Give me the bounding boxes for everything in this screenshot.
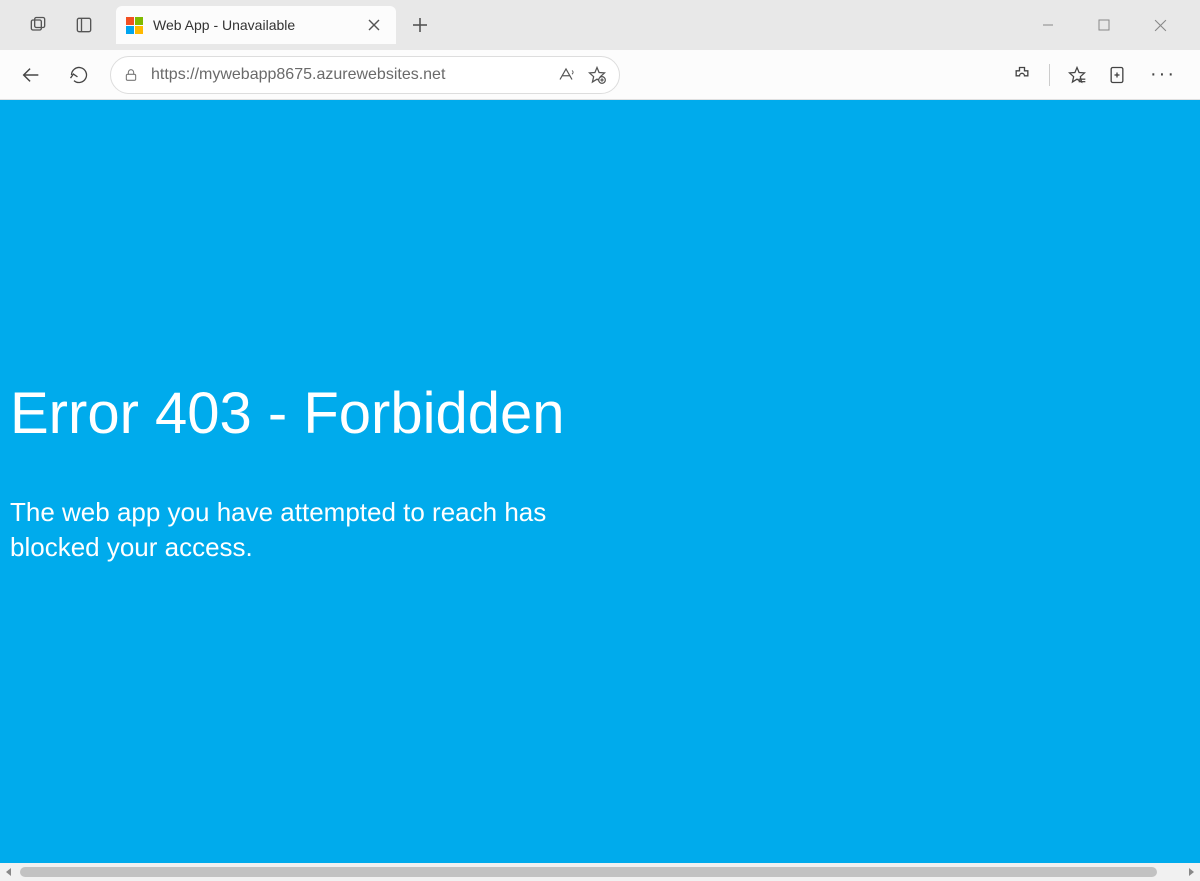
microsoft-favicon-icon: [126, 17, 143, 34]
error-message: The web app you have attempted to reach …: [10, 495, 630, 565]
window-controls: [1026, 7, 1192, 43]
close-tab-icon[interactable]: [364, 15, 384, 35]
lock-icon: [123, 67, 139, 83]
horizontal-scrollbar[interactable]: [0, 863, 1200, 881]
separator: [1049, 64, 1050, 86]
maximize-button[interactable]: [1082, 7, 1126, 43]
back-button[interactable]: [14, 58, 48, 92]
tab-title: Web App - Unavailable: [153, 17, 354, 33]
minimize-button[interactable]: [1026, 7, 1070, 43]
scrollbar-thumb[interactable]: [20, 867, 1157, 877]
address-bar[interactable]: [110, 56, 620, 94]
tab-actions-icon[interactable]: [24, 11, 52, 39]
vertical-tabs-icon[interactable]: [70, 11, 98, 39]
page-content: Error 403 - Forbidden The web app you ha…: [0, 100, 1200, 881]
close-window-button[interactable]: [1138, 7, 1182, 43]
scrollbar-track[interactable]: [20, 865, 1180, 879]
new-tab-button[interactable]: [406, 11, 434, 39]
scroll-right-icon[interactable]: [1182, 863, 1200, 881]
error-title: Error 403 - Forbidden: [10, 380, 1190, 447]
refresh-button[interactable]: [62, 58, 96, 92]
browser-tab[interactable]: Web App - Unavailable: [116, 6, 396, 44]
tab-strip: Web App - Unavailable: [0, 0, 1200, 50]
favorites-icon[interactable]: [1060, 58, 1094, 92]
url-input[interactable]: [151, 66, 545, 84]
toolbar: ···: [0, 50, 1200, 100]
extensions-icon[interactable]: [1005, 58, 1039, 92]
favorite-star-icon[interactable]: [587, 65, 607, 85]
settings-menu-button[interactable]: ···: [1140, 63, 1186, 86]
read-aloud-icon[interactable]: [557, 66, 575, 84]
collections-icon[interactable]: [1100, 58, 1134, 92]
scroll-left-icon[interactable]: [0, 863, 18, 881]
